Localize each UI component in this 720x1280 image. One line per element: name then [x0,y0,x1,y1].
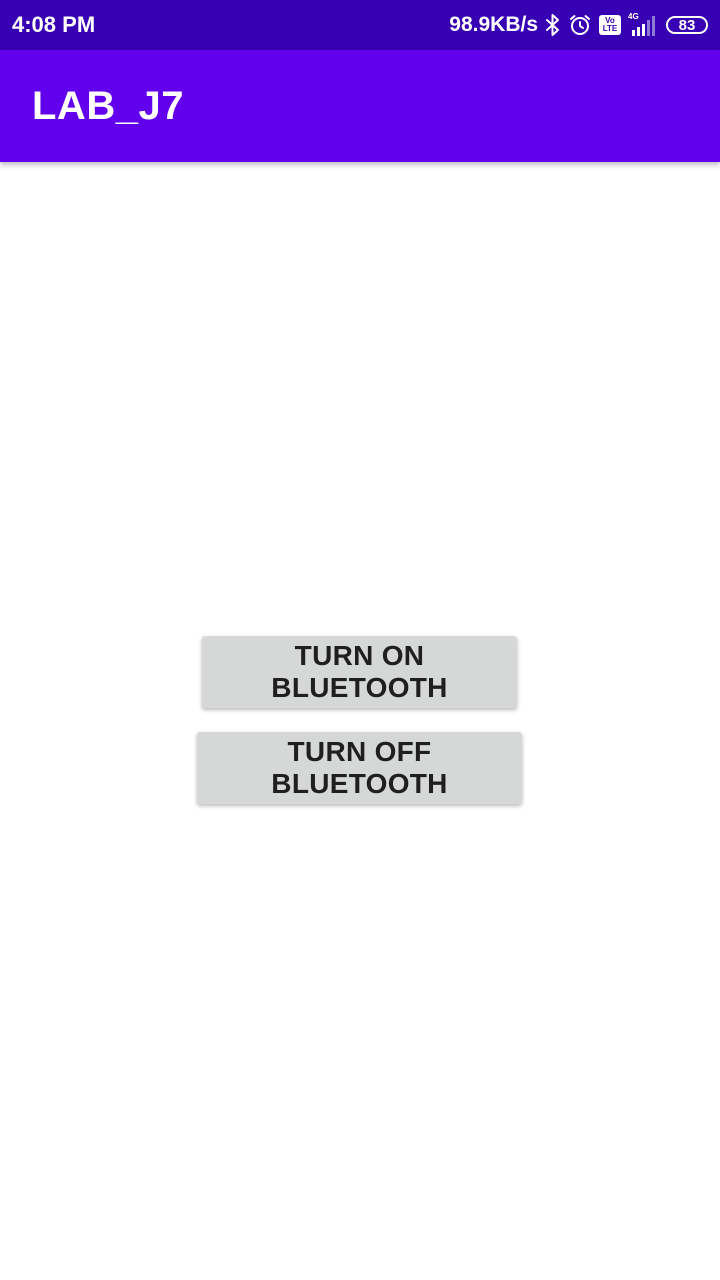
bluetooth-icon [545,13,561,37]
app-title: LAB_J7 [32,83,184,128]
status-icons: 98.9KB/s Vo LTE 4G 83 [449,12,708,37]
battery-icon: 83 [666,16,708,34]
turn-on-bluetooth-button[interactable]: TURN ON BLUETOOTH [202,636,517,708]
status-bar: 4:08 PM 98.9KB/s Vo LTE 4G 83 [0,0,720,50]
signal-bar [652,16,655,36]
battery-level: 83 [678,16,696,34]
signal-icon: 4G [628,12,655,36]
turn-off-bluetooth-button[interactable]: TURN OFF BLUETOOTH [197,732,522,804]
network-type: 4G [628,12,639,21]
volte-icon: Vo LTE [599,15,621,35]
signal-bar [632,30,635,36]
app-bar: LAB_J7 [0,50,720,162]
signal-bar [647,20,650,36]
alarm-icon [568,13,592,37]
main-content: TURN ON BLUETOOTH TURN OFF BLUETOOTH [0,162,720,1280]
network-speed: 98.9KB/s [449,13,538,36]
volte-bottom-label: LTE [602,24,618,33]
signal-bar [642,24,645,36]
status-time: 4:08 PM [12,12,96,37]
signal-bar [637,27,640,36]
